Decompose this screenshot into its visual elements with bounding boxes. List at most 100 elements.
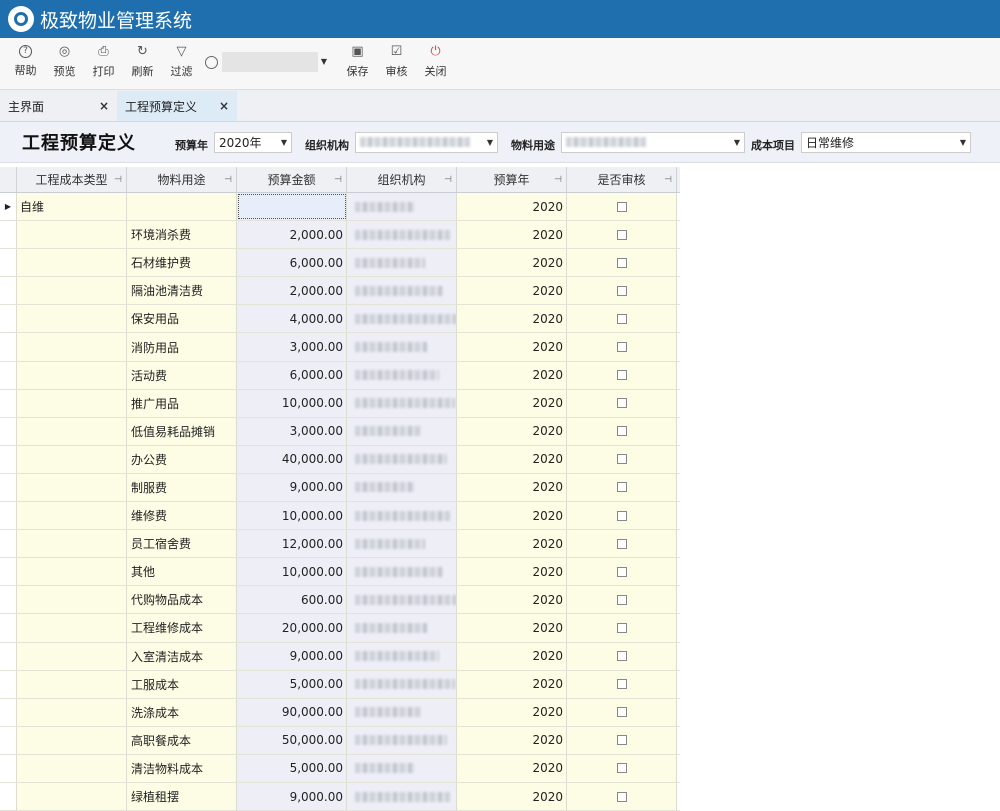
cell-year[interactable]: 2020 [457,361,567,389]
cell-usage[interactable]: 其他 [127,558,237,586]
cell-cost-type[interactable] [17,221,127,249]
cell-cost-type[interactable] [17,726,127,754]
cell-amount[interactable]: 20,000.00 [237,614,347,642]
cell-audited[interactable] [567,754,677,782]
row-indicator[interactable] [0,586,17,614]
pin-icon[interactable]: ⊣ [334,175,342,185]
pin-icon[interactable]: ⊣ [444,175,452,185]
row-indicator[interactable] [0,389,17,417]
cell-audited[interactable] [567,249,677,277]
cell-amount[interactable]: 5,000.00 [237,754,347,782]
cell-amount[interactable]: 9,000.00 [237,782,347,811]
row-indicator[interactable] [0,558,17,586]
table-row[interactable]: 保安用品 4,000.00 2020 [0,305,680,334]
tab-budget-definition[interactable]: 工程预算定义 × [117,91,237,121]
cell-year[interactable]: 2020 [457,473,567,502]
cell-cost-type[interactable] [17,754,127,782]
table-row[interactable]: 隔油池清洁费 2,000.00 2020 [0,277,680,306]
chevron-down-icon[interactable]: ▼ [318,52,330,72]
checkbox[interactable] [616,510,627,521]
cell-org[interactable] [347,305,457,333]
header-org[interactable]: 组织机构 ⊣ [347,167,457,192]
cell-cost-type[interactable] [17,333,127,361]
cell-usage[interactable]: 办公费 [127,445,237,473]
cell-org[interactable] [347,333,457,361]
row-indicator[interactable] [0,698,17,726]
cell-org[interactable] [347,586,457,614]
cell-amount[interactable]: 12,000.00 [237,530,347,558]
cell-org[interactable] [347,642,457,670]
cell-cost-type[interactable] [17,698,127,726]
cell-cost-type[interactable] [17,642,127,670]
cell-cost-type[interactable] [17,502,127,530]
header-cost-type[interactable]: 工程成本类型 ⊣ [17,167,127,192]
cell-year[interactable]: 2020 [457,277,567,305]
cell-audited[interactable] [567,698,677,726]
cell-org[interactable] [347,473,457,502]
cell-audited[interactable] [567,586,677,614]
row-indicator[interactable] [0,277,17,305]
checkbox[interactable] [616,454,627,465]
table-row[interactable]: 消防用品 3,000.00 2020 [0,333,680,362]
row-indicator[interactable] [0,445,17,473]
save-button[interactable]: ▣ 保存 [338,44,377,79]
cell-org[interactable] [347,249,457,277]
cell-audited[interactable] [567,305,677,333]
cell-org[interactable] [347,782,457,811]
row-indicator[interactable] [0,726,17,754]
preview-button[interactable]: ◎ 预览 [45,44,84,79]
cell-audited[interactable] [567,277,677,305]
cell-year[interactable]: 2020 [457,502,567,530]
header-amount[interactable]: 预算金额 ⊣ [237,167,347,192]
close-icon[interactable]: × [99,99,109,113]
cell-amount[interactable]: 50,000.00 [237,726,347,754]
cell-audited[interactable] [567,193,677,221]
cell-year[interactable]: 2020 [457,417,567,445]
checkbox[interactable] [616,538,627,549]
table-row[interactable]: 活动费 6,000.00 2020 [0,361,680,390]
cell-org[interactable] [347,445,457,473]
cell-org[interactable] [347,193,457,221]
cell-usage[interactable]: 推广用品 [127,389,237,417]
cell-audited[interactable] [567,221,677,249]
cell-audited[interactable] [567,361,677,389]
cell-year[interactable]: 2020 [457,642,567,670]
cell-amount[interactable]: 40,000.00 [237,445,347,473]
cell-audited[interactable] [567,530,677,558]
cost-select[interactable]: 日常维修 ▼ [801,131,971,153]
cell-usage[interactable]: 员工宿舍费 [127,530,237,558]
cell-usage[interactable]: 活动费 [127,361,237,389]
cell-year[interactable]: 2020 [457,782,567,811]
checkbox[interactable] [616,229,627,240]
checkbox[interactable] [616,482,627,493]
cell-year[interactable]: 2020 [457,221,567,249]
table-row[interactable]: 石材维护费 6,000.00 2020 [0,249,680,278]
table-row[interactable]: 入室清洁成本 9,000.00 2020 [0,642,680,671]
row-indicator[interactable]: ▶ [0,193,17,221]
cell-year[interactable]: 2020 [457,670,567,698]
checkbox[interactable] [616,398,627,409]
cell-usage[interactable]: 绿植租摆 [127,782,237,811]
table-row[interactable]: 其他 10,000.00 2020 [0,558,680,587]
header-usage[interactable]: 物料用途 ⊣ [127,167,237,192]
cell-org[interactable] [347,221,457,249]
pin-icon[interactable]: ⊣ [554,175,562,185]
header-year[interactable]: 预算年 ⊣ [457,167,567,192]
table-row[interactable]: 代购物品成本 600.00 2020 [0,586,680,615]
row-indicator[interactable] [0,221,17,249]
close-icon[interactable]: × [219,99,229,113]
row-indicator[interactable] [0,782,17,811]
cell-audited[interactable] [567,333,677,361]
cell-audited[interactable] [567,502,677,530]
row-indicator[interactable] [0,502,17,530]
row-indicator[interactable] [0,754,17,782]
cell-org[interactable] [347,277,457,305]
cell-audited[interactable] [567,782,677,811]
checkbox[interactable] [616,201,627,212]
cell-cost-type[interactable] [17,389,127,417]
cell-cost-type[interactable] [17,249,127,277]
cell-amount[interactable]: 5,000.00 [237,670,347,698]
cell-audited[interactable] [567,614,677,642]
cell-amount[interactable]: 2,000.00 [237,277,347,305]
row-indicator[interactable] [0,333,17,361]
